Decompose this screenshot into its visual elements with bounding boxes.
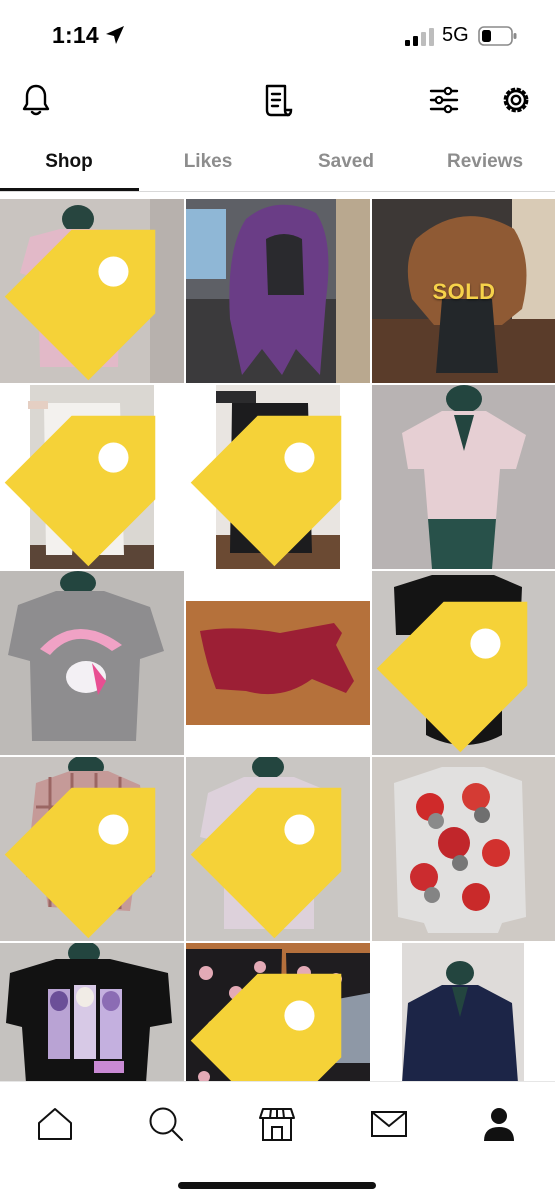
gear-icon[interactable]: [496, 80, 536, 120]
profile-icon[interactable]: [471, 1096, 527, 1152]
listing-photo: [372, 385, 555, 569]
listing-tile[interactable]: [0, 199, 184, 383]
tab-saved[interactable]: Saved: [277, 140, 415, 190]
listing-grid: SOLD: [0, 199, 555, 1081]
active-tab-indicator: [0, 188, 139, 191]
listing-tile[interactable]: SOLD: [372, 199, 555, 383]
filter-sliders-icon[interactable]: [424, 80, 464, 120]
tab-reviews[interactable]: Reviews: [416, 140, 554, 190]
tab-likes[interactable]: Likes: [139, 140, 277, 190]
listing-tile[interactable]: [372, 943, 555, 1081]
listing-photo: [0, 943, 184, 1081]
listing-photo: [186, 571, 370, 755]
status-bar: 1:14 5G: [0, 0, 555, 72]
location-arrow-icon: [106, 26, 124, 44]
top-toolbar: [0, 72, 555, 132]
price-tag-icon: [4, 415, 156, 567]
price-tag-icon: [190, 973, 342, 1081]
home-indicator: [178, 1182, 376, 1189]
price-tag-icon: [190, 415, 342, 567]
listing-tile[interactable]: [372, 385, 555, 569]
bell-icon[interactable]: [16, 80, 56, 120]
sold-badge: SOLD: [432, 279, 496, 304]
listing-tile[interactable]: [0, 943, 184, 1081]
home-icon[interactable]: [27, 1096, 83, 1152]
listing-photo: [372, 943, 555, 1081]
status-time: 1:14: [52, 22, 99, 48]
listing-tile[interactable]: [186, 571, 370, 755]
clipboard-icon[interactable]: [257, 80, 297, 120]
price-tag-icon: [190, 787, 342, 939]
search-icon[interactable]: [138, 1096, 194, 1152]
listing-tile[interactable]: [0, 571, 184, 755]
listing-tile[interactable]: [186, 943, 370, 1081]
signal-bars-icon: [405, 28, 434, 46]
listing-photo: [186, 199, 370, 383]
price-tag-icon: [376, 601, 528, 753]
mail-icon[interactable]: [361, 1096, 417, 1152]
listing-tile[interactable]: [0, 757, 184, 941]
listing-photo: [372, 757, 555, 941]
price-tag-icon: [4, 787, 156, 939]
profile-tabs: Shop Likes Saved Reviews: [0, 140, 555, 192]
tab-shop[interactable]: Shop: [0, 140, 138, 190]
listing-tile[interactable]: [186, 385, 370, 569]
listing-tile[interactable]: [0, 385, 184, 569]
listing-tile[interactable]: [186, 199, 370, 383]
listing-photo: [0, 571, 184, 755]
listing-tile[interactable]: [186, 757, 370, 941]
listing-tile[interactable]: [372, 757, 555, 941]
price-tag-icon: [4, 229, 156, 381]
network-label: 5G: [442, 24, 469, 46]
shop-icon[interactable]: [249, 1096, 305, 1152]
listing-tile[interactable]: [372, 571, 555, 755]
bottom-nav: [0, 1081, 555, 1200]
battery-icon: [478, 26, 517, 46]
